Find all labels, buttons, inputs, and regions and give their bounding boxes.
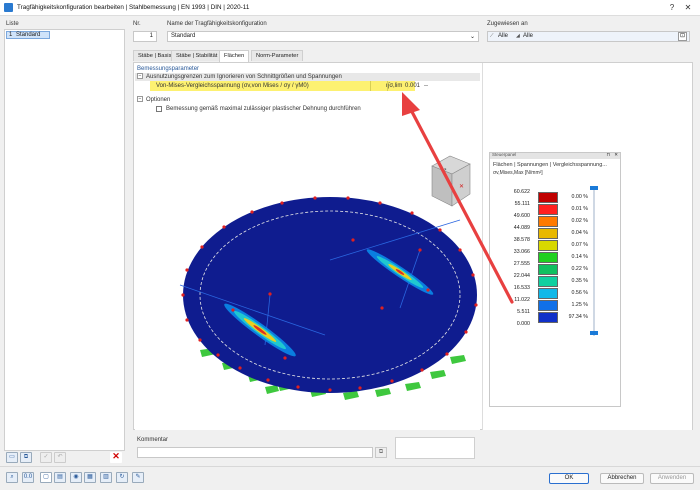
comment-label: Kommentar [137,437,169,443]
tab-staebe-stabilitaet[interactable]: Stäbe | Stabilität [171,50,223,61]
list-item-number: 1 [9,32,13,38]
search-icon[interactable]: ⌕ [6,472,18,483]
collapse-icon[interactable]: − [137,96,143,102]
help-icon[interactable]: ? [666,2,678,14]
assigned-label: Zugewiesen an [487,21,528,27]
param-row-unit: -- [424,83,428,89]
apply-button[interactable]: Anwenden [650,473,694,484]
units-icon[interactable]: 0.0 [22,472,34,483]
ok-button[interactable]: OK [549,473,589,484]
name-label: Name der Tragfähigkeitskonfiguration [167,21,267,27]
legend-slider-bottom-handle[interactable] [590,331,598,335]
legend-row: 0.000 [490,319,620,330]
name-select[interactable]: Standard ⌄ [167,31,479,42]
tab-flaechen[interactable]: Flächen [219,50,250,62]
title-bar: Tragfähigkeitskonfiguration bearbeiten |… [0,0,700,16]
display-icon[interactable]: ▤ [54,472,66,483]
uncheck-icon[interactable]: ↶ [54,452,66,463]
legend-slider-track[interactable] [593,188,595,336]
comment-side-panel [395,437,475,459]
param-row-von-mises[interactable]: Von-Mises-Vergleichsspannung (σv,von Mis… [150,81,428,91]
plastic-strain-checkbox[interactable] [156,106,162,112]
chevron-down-icon: ⌄ [469,34,475,40]
close-icon[interactable]: ✕ [614,152,618,158]
group-optionen-title: Optionen [146,97,171,103]
legend-slider-top-handle[interactable] [590,186,598,190]
list-header: Liste [6,21,19,27]
close-icon[interactable]: ✕ [682,2,694,14]
member-icon: ⟋ [490,33,494,39]
list-item-label: Standard [16,32,41,38]
list-panel: 1 Standard [4,29,125,451]
new-item-icon[interactable]: ▭ [6,452,18,463]
tab-bar: Stäbe | Basis Stäbe | Stabilität Flächen… [133,50,693,62]
comment-field[interactable] [137,447,373,458]
model-icon[interactable]: ▦ [84,472,96,483]
copy-item-icon[interactable]: ⧉ [20,452,32,463]
select-objects-icon[interactable]: ⊡ [678,32,687,41]
param-row-label: Von-Mises-Vergleichsspannung (σv,von Mis… [156,83,309,89]
pin-icon[interactable]: ⊓ [606,152,610,158]
nr-label: Nr. [133,21,141,27]
params-section-title: Bemessungsparameter [137,66,200,72]
tab-staebe-basis[interactable]: Stäbe | Basis [133,50,177,61]
group-ausnutzung-title: Ausnutzungsgrenzen zum Ignorieren von Sc… [146,74,342,80]
list-item[interactable]: 1 Standard [6,31,50,39]
nr-field[interactable]: 1 [133,31,157,42]
app-logo-icon [4,3,13,12]
surface-icon: ◢ [516,33,520,39]
delete-icon[interactable]: ✕ [110,452,122,463]
assigned-surfaces: Alle [523,33,534,39]
param-row-symbol: η̄σ,lim [386,83,403,89]
cancel-button[interactable]: Abbrechen [600,473,644,484]
assigned-members: Alle [498,33,509,39]
group-ausnutzung[interactable]: − Ausnutzungsgrenzen zum Ignorieren von … [135,73,480,81]
tab-norm-parameter[interactable]: Norm-Parameter [251,50,304,61]
results-icon[interactable]: ▥ [100,472,112,483]
assigned-field[interactable]: ⟋ Alle ◢ Alle ⊡ [487,31,690,42]
annotation-arrow [402,92,514,304]
refresh-icon[interactable]: ↻ [116,472,128,483]
edit-icon[interactable]: ✎ [132,472,144,483]
comment-edit-icon[interactable]: ⧉ [375,447,387,458]
window-icon[interactable]: ▢ [40,472,52,483]
plastic-strain-label: Bemessung gemäß maximal zulässiger plast… [166,106,361,112]
window-title: Tragfähigkeitskonfiguration bearbeiten |… [17,4,250,11]
name-value: Standard [171,33,196,39]
param-row-value[interactable]: 0.001 [405,83,420,89]
check-icon[interactable]: ✓ [40,452,52,463]
collapse-icon[interactable]: − [137,73,143,79]
view-icon[interactable]: ◉ [70,472,82,483]
legend-value: 0.000 [516,321,530,327]
